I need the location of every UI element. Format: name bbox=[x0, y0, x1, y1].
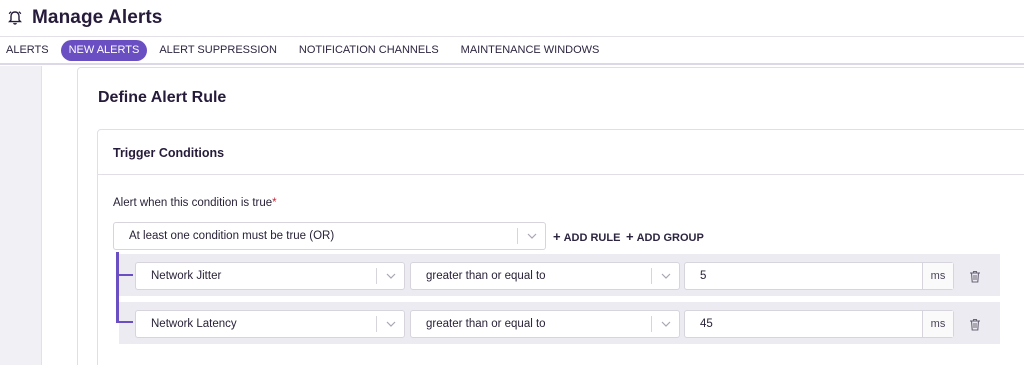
add-rule-button[interactable]: + ADD RULE bbox=[553, 229, 620, 244]
metric-select[interactable]: Network Jitter bbox=[135, 262, 405, 290]
condition-label: Alert when this condition is true* bbox=[113, 197, 277, 209]
section-title: Trigger Conditions bbox=[113, 146, 225, 160]
threshold-value: 45 bbox=[700, 318, 713, 330]
tab-alerts[interactable]: ALERTS bbox=[0, 40, 59, 61]
operator-select[interactable]: greater than or equal to bbox=[410, 262, 680, 290]
metric-select[interactable]: Network Latency bbox=[135, 310, 405, 338]
required-marker: * bbox=[272, 197, 277, 209]
tab-new-alerts[interactable]: NEW ALERTS bbox=[60, 39, 148, 61]
threshold-input[interactable]: 5 ms bbox=[684, 262, 954, 290]
chevron-down-icon bbox=[652, 321, 679, 327]
unit-label: ms bbox=[922, 311, 953, 337]
tab-bar: ALERTS NEW ALERTS ALERT SUPPRESSION NOTI… bbox=[0, 36, 1024, 65]
tab-alert-suppression[interactable]: ALERT SUPPRESSION bbox=[149, 40, 287, 61]
add-group-button[interactable]: + ADD GROUP bbox=[626, 229, 704, 244]
tab-maintenance-windows[interactable]: MAINTENANCE WINDOWS bbox=[451, 40, 610, 61]
operator-value: greater than or equal to bbox=[426, 270, 546, 282]
bell-icon bbox=[6, 9, 24, 27]
group-connector bbox=[119, 321, 133, 323]
chevron-down-icon bbox=[377, 273, 404, 279]
page-title: Manage Alerts bbox=[32, 7, 163, 28]
condition-label-text: Alert when this condition is true bbox=[113, 197, 273, 209]
combinator-value: At least one condition must be true (OR) bbox=[129, 230, 335, 242]
threshold-value: 5 bbox=[700, 270, 707, 282]
unit-label: ms bbox=[922, 263, 953, 289]
group-connector bbox=[119, 274, 133, 276]
tab-notification-channels[interactable]: NOTIFICATION CHANNELS bbox=[289, 40, 449, 61]
chevron-down-icon bbox=[518, 233, 545, 239]
chevron-down-icon bbox=[377, 321, 404, 327]
plus-icon: + bbox=[553, 229, 561, 244]
chevron-down-icon bbox=[652, 273, 679, 279]
threshold-input[interactable]: 45 ms bbox=[684, 310, 954, 338]
combinator-select[interactable]: At least one condition must be true (OR) bbox=[113, 222, 546, 250]
trigger-conditions-header bbox=[97, 129, 1024, 175]
metric-value: Network Jitter bbox=[151, 270, 222, 282]
trash-icon[interactable] bbox=[968, 269, 982, 283]
plus-icon: + bbox=[626, 229, 634, 244]
operator-value: greater than or equal to bbox=[426, 318, 546, 330]
trash-icon[interactable] bbox=[968, 317, 982, 331]
operator-select[interactable]: greater than or equal to bbox=[410, 310, 680, 338]
card-title: Define Alert Rule bbox=[98, 89, 227, 106]
add-group-label: ADD GROUP bbox=[636, 232, 704, 244]
left-panel bbox=[0, 66, 42, 365]
metric-value: Network Latency bbox=[151, 318, 237, 330]
add-rule-label: ADD RULE bbox=[563, 232, 621, 244]
page-header: Manage Alerts bbox=[0, 0, 1024, 36]
